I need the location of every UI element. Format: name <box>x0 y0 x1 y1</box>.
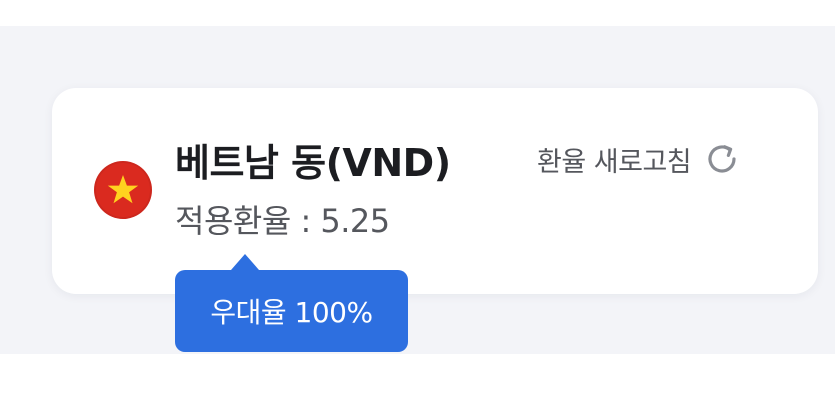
preferential-rate-tooltip: 우대율 100% <box>175 254 408 352</box>
applied-rate-value: 5.25 <box>320 202 390 240</box>
preferential-rate-text: 우대율 100% <box>210 296 373 329</box>
refresh-icon <box>708 145 736 173</box>
vietnam-flag-icon <box>94 161 152 219</box>
refresh-rate-button[interactable]: 환율 새로고침 <box>537 137 741 181</box>
applied-rate: 적용환율 : 5.25 <box>175 199 390 243</box>
tooltip-box: 우대율 100% <box>175 270 408 352</box>
tooltip-arrow <box>231 254 259 270</box>
bottom-strip <box>0 354 835 401</box>
currency-card <box>52 88 818 294</box>
refresh-rate-label: 환율 새로고침 <box>537 146 692 178</box>
star-icon <box>107 175 139 204</box>
currency-name: 베트남 동(VND) <box>175 141 451 185</box>
top-strip <box>0 0 835 26</box>
applied-rate-separator: : <box>290 202 321 240</box>
applied-rate-label: 적용환율 <box>175 202 291 240</box>
